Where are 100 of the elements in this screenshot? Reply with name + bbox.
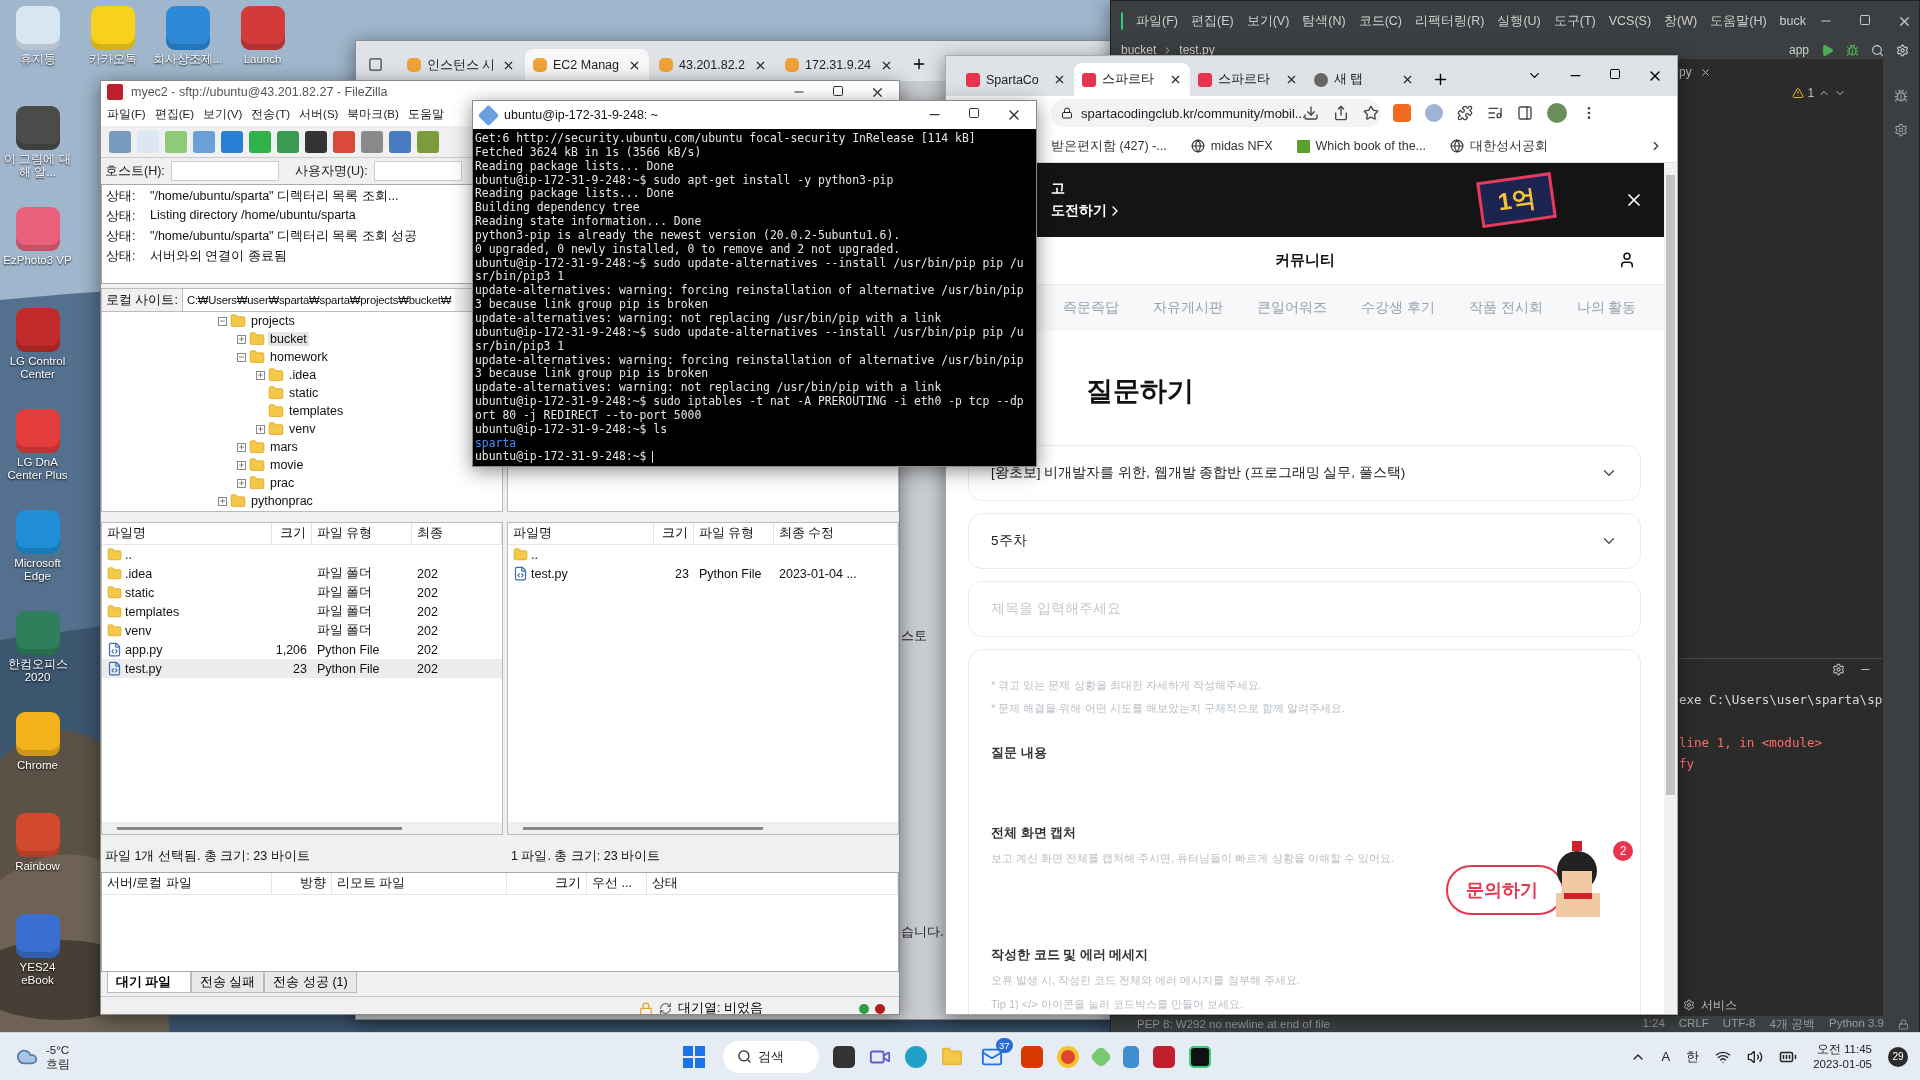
menu-item[interactable]: 파일(F) [1136, 12, 1178, 30]
menu-item[interactable]: 도움말(H) [1710, 12, 1767, 30]
queue-tab[interactable]: 전송 성공 (1) [264, 972, 357, 993]
bookmark-star-icon[interactable] [1363, 105, 1379, 121]
side-panel-icon[interactable] [1517, 105, 1533, 121]
tree-item[interactable]: .idea [287, 368, 319, 382]
notification-count[interactable]: 29 [1888, 1046, 1908, 1067]
desktop-shortcut[interactable]: Rainbow [0, 811, 75, 893]
queue-tab[interactable]: 대기 파일 [107, 972, 191, 993]
column-header[interactable]: 크기 [272, 523, 312, 544]
close-icon[interactable] [1053, 73, 1066, 86]
maximize-icon[interactable] [832, 84, 844, 97]
status-item[interactable]: Python 3.9 [1829, 1016, 1884, 1032]
expand-toggle-icon[interactable] [256, 424, 265, 434]
help-button[interactable]: 문의하기 [1446, 865, 1564, 915]
close-icon[interactable] [1285, 73, 1298, 86]
menu-item[interactable]: 북마크(B) [347, 107, 399, 122]
tab-actions-icon[interactable] [368, 57, 383, 72]
search-icon[interactable] [1871, 43, 1884, 57]
bookmark[interactable]: 대한성서공회 [1450, 137, 1549, 155]
input-indicator[interactable]: A [1661, 1049, 1671, 1064]
address-bar[interactable]: spartacodingclub.kr/community/mobil... [1051, 99, 1381, 127]
menu-item[interactable]: 도구(T) [1553, 12, 1596, 30]
tool-icon[interactable] [1894, 123, 1909, 137]
tree-item[interactable]: venv [287, 422, 318, 436]
status-item[interactable]: CRLF [1678, 1016, 1709, 1032]
column-header[interactable]: 상태 [647, 873, 898, 894]
run-config-dropdown[interactable]: app [1788, 43, 1809, 57]
menu-item[interactable]: 도움말 [407, 107, 444, 122]
media-icon[interactable] [1487, 105, 1503, 121]
collapse-toggle-icon[interactable] [237, 352, 246, 362]
queue-tab[interactable]: 전송 실패 [191, 972, 265, 993]
column-header[interactable]: 최종 [412, 523, 502, 544]
close-icon[interactable] [1699, 66, 1711, 78]
menu-item[interactable]: buck [1779, 14, 1806, 28]
file-row[interactable]: test.py 23 Python File 202 [102, 659, 502, 678]
file-row[interactable]: app.py 1,206 Python File 202 [102, 640, 502, 659]
tree-item[interactable]: mars [268, 440, 300, 454]
expand-toggle-icon[interactable] [237, 334, 246, 344]
expand-toggle-icon[interactable] [256, 370, 265, 380]
week-select[interactable]: 5주차 [968, 513, 1641, 569]
expand-toggle-icon[interactable] [237, 460, 246, 470]
column-header[interactable]: 파일 유형 [694, 523, 774, 544]
extensions-icon[interactable] [1457, 105, 1473, 121]
column-header[interactable]: 서버/로컬 파일 [102, 873, 272, 894]
file-row[interactable]: test.py 23 Python File 2023-01-04 ... [508, 564, 898, 583]
file-row[interactable]: venv 파일 폴더 202 [102, 621, 502, 640]
column-header[interactable]: 파일 유형 [312, 523, 412, 544]
browser-tab[interactable]: 스파르타 [1074, 63, 1190, 96]
expand-toggle-icon[interactable] [218, 496, 227, 506]
tree-item[interactable]: pythonprac [249, 494, 315, 508]
desktop-shortcut[interactable]: Chrome [0, 710, 75, 792]
breadcrumb[interactable]: bucket [1121, 43, 1157, 57]
menu-item[interactable]: 코드(C) [1358, 12, 1403, 30]
share-icon[interactable] [1333, 105, 1349, 121]
new-tab-icon[interactable] [1432, 71, 1449, 88]
browser-tab[interactable]: 새 탭 [1306, 63, 1422, 96]
username-field[interactable] [373, 161, 462, 181]
column-header[interactable]: 우선 ... [587, 873, 647, 894]
debug-icon[interactable] [1846, 43, 1859, 57]
browser-icon[interactable] [904, 1045, 927, 1068]
tree-item[interactable]: bucket [268, 332, 309, 346]
volume-icon[interactable] [1747, 1048, 1764, 1065]
bookmark[interactable]: Which book of the... [1296, 139, 1427, 153]
tree-item[interactable]: prac [268, 476, 297, 490]
close-icon[interactable] [1401, 73, 1414, 86]
file-row[interactable]: .. [508, 545, 898, 564]
desktop-shortcut[interactable]: LG Control Center [0, 306, 75, 388]
column-header[interactable]: 방향 [272, 873, 332, 894]
desktop-shortcut[interactable]: Microsoft Edge [0, 508, 75, 590]
settings-icon[interactable] [1896, 43, 1909, 57]
user-icon[interactable] [1618, 251, 1636, 269]
column-header[interactable]: 파일명 [508, 523, 654, 544]
banner-link[interactable]: 도전하기 [1051, 202, 1123, 220]
bookmark[interactable]: 받은편지함 (427) -... [1051, 137, 1167, 155]
menu-item[interactable]: VCS(S) [1608, 14, 1652, 28]
column-header[interactable]: 크기 [654, 523, 694, 544]
clock[interactable]: 오전 11:45 2023-01-05 [1813, 1041, 1872, 1072]
menu-item[interactable]: 리팩터링(R) [1415, 12, 1485, 30]
file-row[interactable]: templates 파일 폴더 202 [102, 602, 502, 621]
file-row[interactable]: static 파일 폴더 202 [102, 583, 502, 602]
desktop-shortcut[interactable]: LG DnA Center Plus [0, 407, 75, 489]
file-row[interactable]: .idea 파일 폴더 202 [102, 564, 502, 583]
maximize-icon[interactable] [968, 107, 980, 119]
maximize-icon[interactable] [1609, 68, 1621, 80]
new-tab-icon[interactable] [911, 56, 927, 72]
menu-item[interactable]: 파일(F) [107, 107, 146, 122]
profile-avatar[interactable] [1547, 103, 1567, 123]
menu-item[interactable]: 실행(U) [1497, 12, 1541, 30]
browser-tab[interactable]: 43.201.82.2 [651, 49, 775, 81]
column-header[interactable]: 파일명 [102, 523, 272, 544]
host-field[interactable] [170, 161, 279, 181]
menu-item[interactable]: 보기(V) [1246, 12, 1290, 30]
tree-item[interactable]: static [287, 386, 321, 400]
tree-item[interactable]: homework [268, 350, 330, 364]
menu-item[interactable]: 전송(T) [251, 107, 291, 122]
notepad-icon[interactable] [1122, 1045, 1139, 1068]
expand-toggle-icon[interactable] [237, 478, 246, 488]
input-indicator[interactable]: 한 [1686, 1047, 1700, 1066]
editor-tab[interactable]: py [1679, 65, 1692, 79]
